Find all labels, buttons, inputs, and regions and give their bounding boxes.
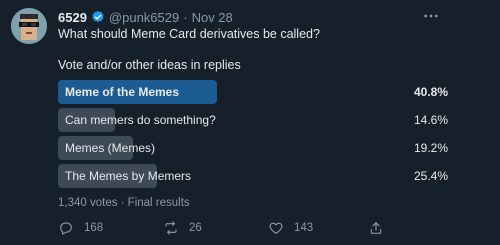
poll-option-label: The Memes by Memers <box>65 169 192 183</box>
poll: Meme of the Memes 40.8% Can memers do so… <box>58 80 448 192</box>
tweet-actions: 168 26 143 <box>58 220 388 238</box>
tweet-header: 6529 @punk6529 · Nov 28 <box>58 8 233 26</box>
poll-option-percent: 40.8% <box>413 85 448 99</box>
retweet-count: 26 <box>189 222 202 234</box>
timestamp[interactable]: Nov 28 <box>192 10 233 25</box>
avatar[interactable] <box>11 8 47 44</box>
poll-option[interactable]: Meme of the Memes 40.8% <box>58 80 448 104</box>
like-count: 143 <box>294 222 314 234</box>
poll-option-label: Meme of the Memes <box>65 85 180 99</box>
poll-option[interactable]: Memes (Memes) 19.2% <box>58 136 448 160</box>
user-handle[interactable]: @punk6529 <box>109 10 179 25</box>
reply-button[interactable]: 168 <box>58 220 103 236</box>
tweet-text-question: What should Meme Card derivatives be cal… <box>58 27 320 41</box>
poll-summary: 1,340 votes · Final results <box>58 197 190 209</box>
heart-icon <box>269 222 283 234</box>
tweet-card[interactable]: 6529 @punk6529 · Nov 28 What should Meme… <box>0 0 500 245</box>
poll-option-percent: 19.2% <box>413 141 448 155</box>
retweet-button[interactable]: 26 <box>163 220 202 236</box>
poll-option-percent: 25.4% <box>413 169 448 183</box>
poll-option[interactable]: Can memers do something? 14.6% <box>58 108 448 132</box>
share-icon <box>370 222 382 234</box>
reply-count: 168 <box>84 222 104 234</box>
reply-icon <box>60 222 72 235</box>
verified-badge-icon <box>91 10 105 24</box>
display-name[interactable]: 6529 <box>58 10 87 25</box>
poll-option-percent: 14.6% <box>413 113 448 127</box>
punk-avatar-icon <box>11 8 47 44</box>
poll-option-label: Can memers do something? <box>65 113 216 127</box>
poll-option[interactable]: The Memes by Memers 25.4% <box>58 164 448 188</box>
more-horizontal-icon <box>424 14 438 18</box>
poll-option-label: Memes (Memes) <box>65 141 156 155</box>
share-button[interactable] <box>368 220 384 236</box>
more-options-button[interactable] <box>422 7 440 28</box>
tweet-text-subtext: Vote and/or other ideas in replies <box>58 58 241 72</box>
retweet-icon <box>165 221 177 235</box>
like-button[interactable]: 143 <box>268 220 313 236</box>
separator: · <box>183 9 188 25</box>
